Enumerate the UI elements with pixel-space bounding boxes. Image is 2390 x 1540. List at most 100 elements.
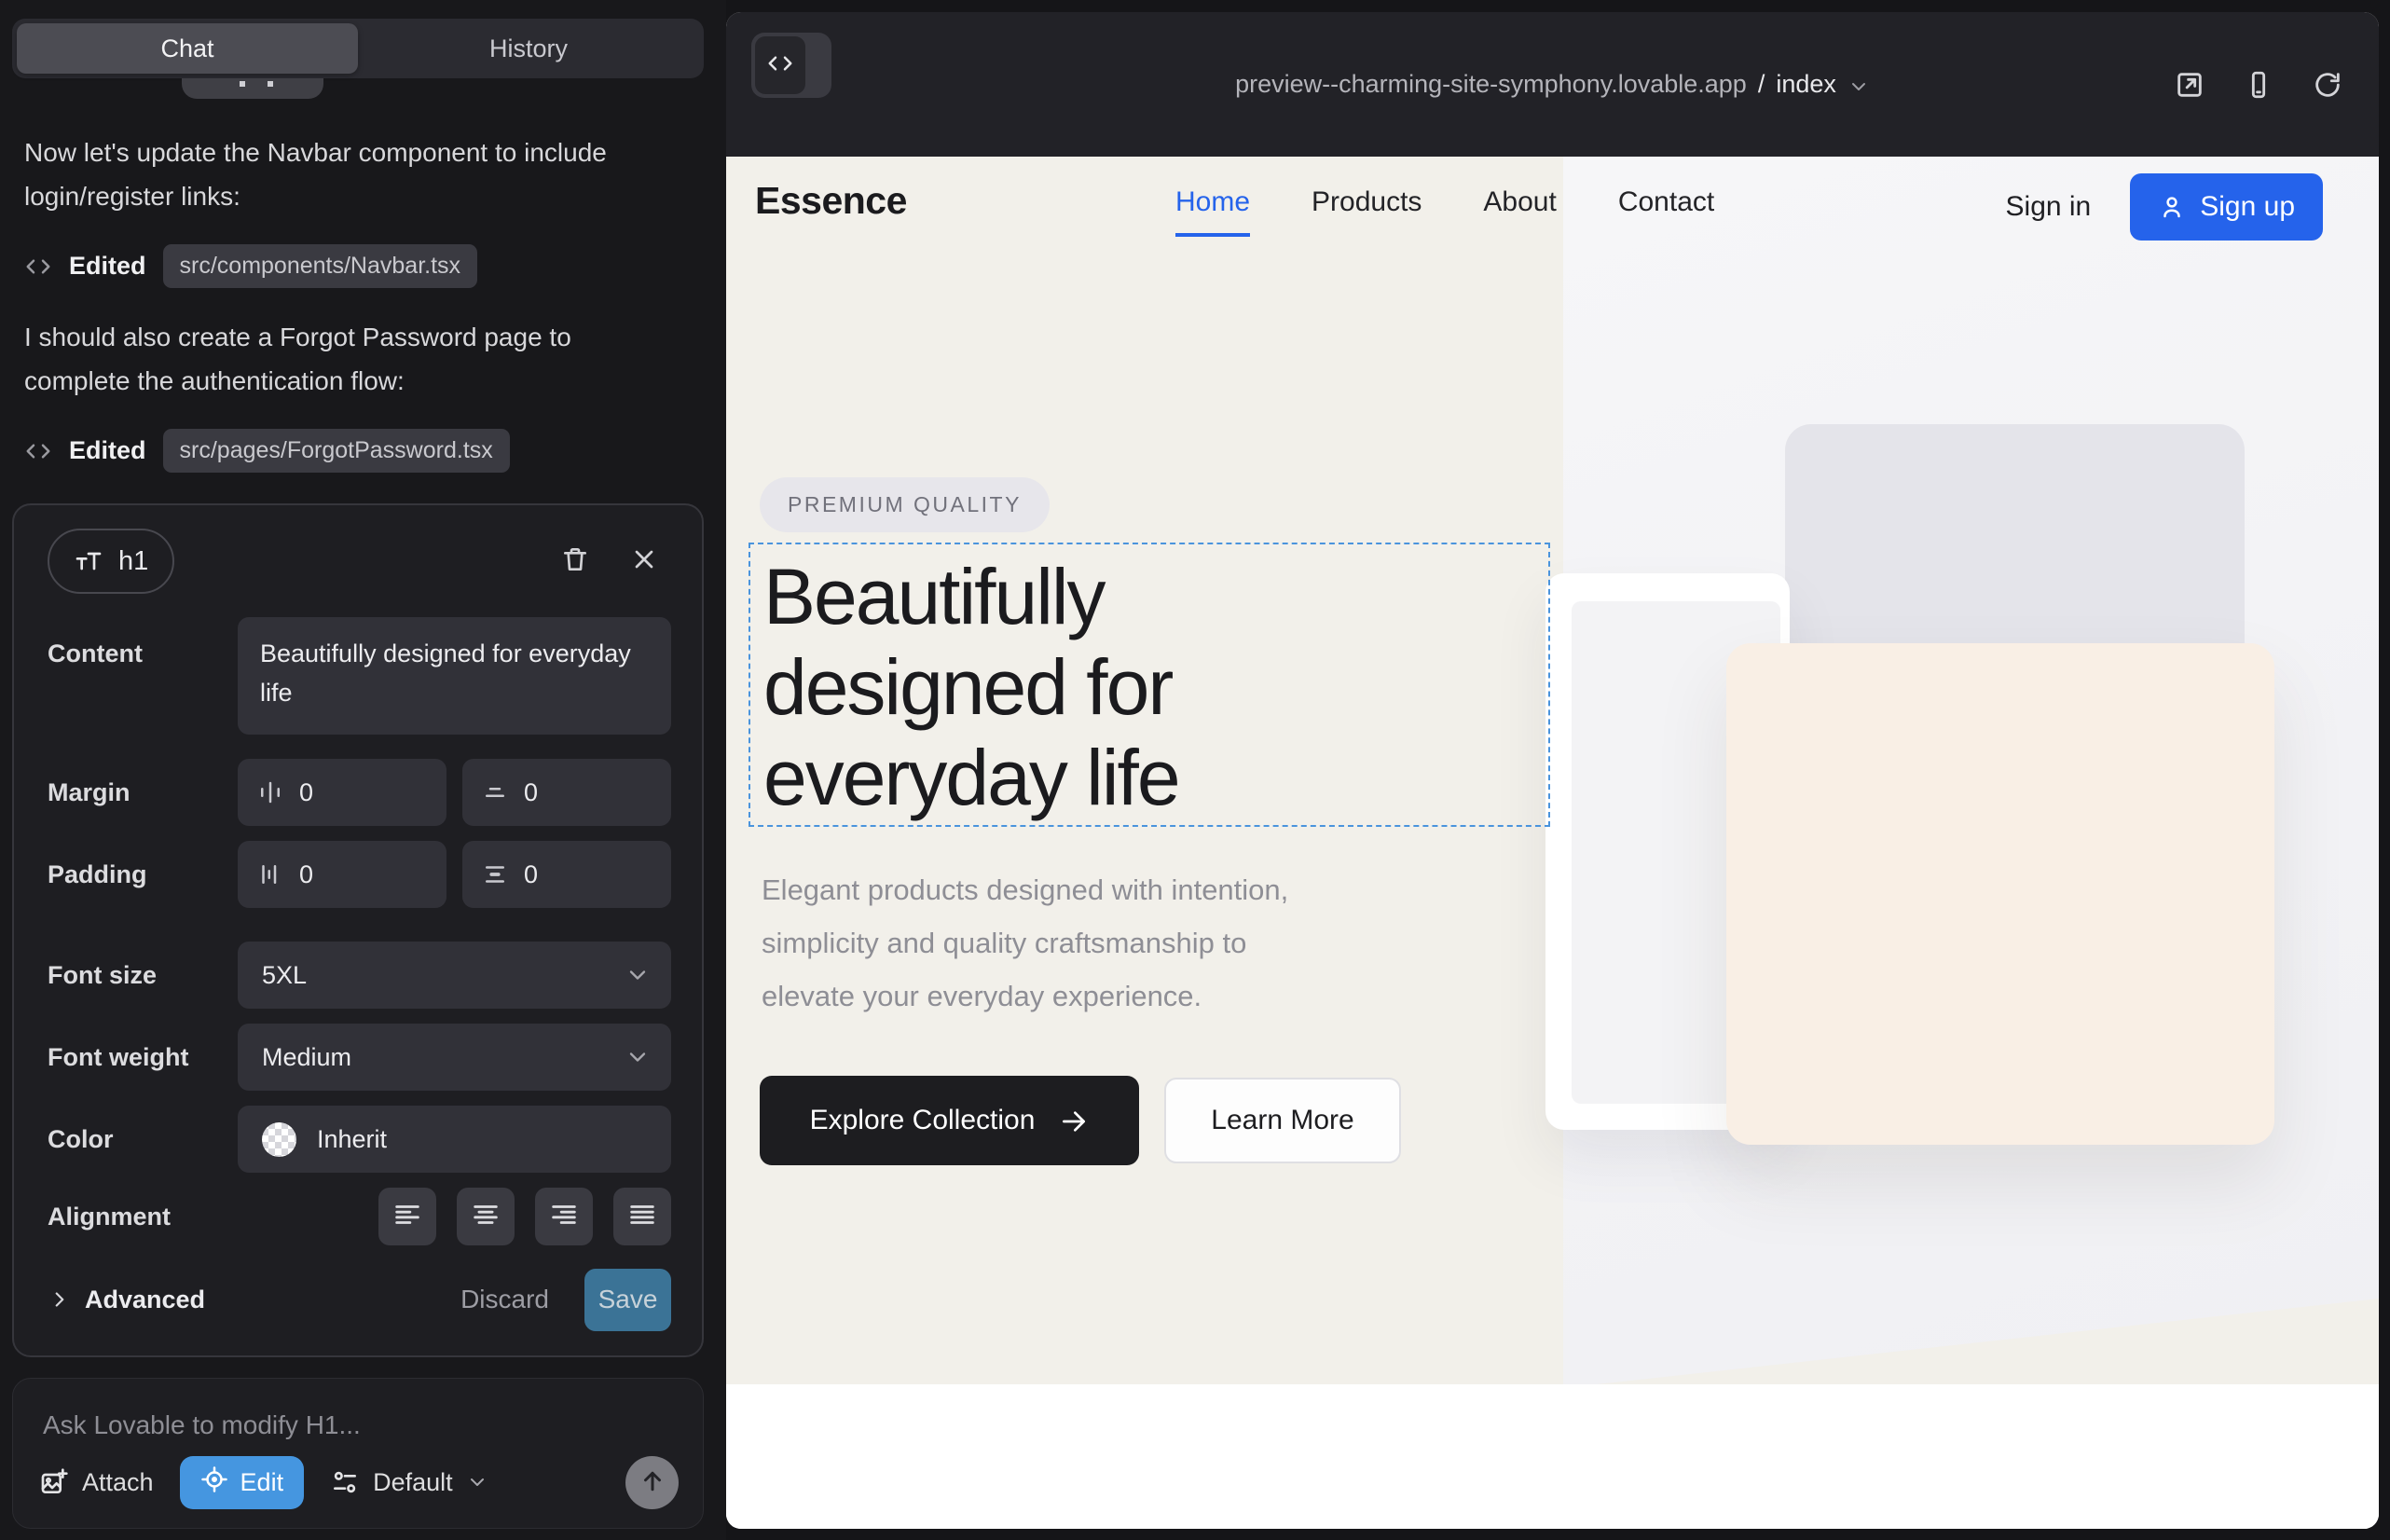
decor-cream-card bbox=[1726, 643, 2274, 1145]
margin-y-value: 0 bbox=[524, 778, 538, 807]
learn-more-button[interactable]: Learn More bbox=[1164, 1078, 1401, 1163]
mobile-view-button[interactable] bbox=[2243, 69, 2274, 101]
trash-icon bbox=[560, 544, 590, 579]
attach-label: Attach bbox=[82, 1468, 154, 1497]
color-label: Color bbox=[48, 1125, 238, 1154]
url-page: index bbox=[1776, 70, 1836, 99]
sign-up-button[interactable]: Sign up bbox=[2130, 173, 2323, 241]
hero-heading[interactable]: Beautifully designed for everyday life bbox=[763, 552, 1416, 823]
refresh-button[interactable] bbox=[2312, 69, 2343, 101]
url-separator: / bbox=[1758, 70, 1765, 99]
scrolled-chip-partial bbox=[182, 78, 323, 99]
padding-y-value: 0 bbox=[524, 860, 538, 889]
chevron-down-icon bbox=[625, 962, 651, 988]
save-button[interactable]: Save bbox=[584, 1269, 671, 1331]
target-icon bbox=[200, 1465, 228, 1500]
send-button[interactable] bbox=[625, 1456, 679, 1509]
code-icon bbox=[24, 253, 52, 281]
padding-y-input[interactable]: 0 bbox=[462, 841, 671, 908]
content-label: Content bbox=[48, 617, 238, 735]
align-center-icon bbox=[470, 1199, 501, 1235]
edit-mode-button[interactable]: Edit bbox=[180, 1456, 305, 1509]
chat-message-list[interactable]: Now let's update the Navbar component to… bbox=[12, 78, 704, 500]
padding-horizontal-icon bbox=[256, 860, 284, 888]
align-justify-button[interactable] bbox=[613, 1188, 671, 1245]
font-weight-label: Font weight bbox=[48, 1043, 238, 1072]
sign-in-link[interactable]: Sign in bbox=[2006, 191, 2092, 223]
font-weight-select[interactable]: Medium bbox=[238, 1024, 671, 1091]
font-size-select[interactable]: 5XL bbox=[238, 942, 671, 1009]
alignment-label: Alignment bbox=[48, 1203, 238, 1231]
advanced-toggle[interactable]: Advanced bbox=[48, 1286, 205, 1314]
close-icon bbox=[629, 544, 659, 579]
nav-link-home[interactable]: Home bbox=[1175, 186, 1250, 237]
mode-label: Default bbox=[373, 1468, 453, 1497]
hero-description: Elegant products designed with intention… bbox=[762, 863, 1288, 1023]
tab-chat[interactable]: Chat bbox=[17, 23, 358, 74]
element-tag-label: h1 bbox=[118, 546, 148, 577]
arrow-right-icon bbox=[1059, 1107, 1089, 1136]
edited-file-row: Edited src/pages/ForgotPassword.tsx bbox=[24, 429, 510, 473]
code-icon bbox=[24, 437, 52, 465]
font-size-value: 5XL bbox=[262, 961, 307, 990]
chevron-down-icon bbox=[466, 1471, 488, 1493]
app-window: Chat History Now let's update the Navbar… bbox=[0, 0, 2390, 1540]
attach-image-icon bbox=[39, 1467, 69, 1497]
margin-vertical-icon bbox=[481, 778, 509, 806]
site-nav: Home Products About Contact bbox=[1175, 186, 1714, 237]
nav-link-about[interactable]: About bbox=[1483, 186, 1556, 237]
color-swatch-transparent bbox=[262, 1122, 296, 1157]
person-icon bbox=[2158, 193, 2186, 221]
discard-button[interactable]: Discard bbox=[460, 1285, 549, 1314]
mode-selector[interactable]: Default bbox=[330, 1467, 488, 1497]
color-picker-field[interactable]: Inherit bbox=[238, 1106, 671, 1173]
nav-link-products[interactable]: Products bbox=[1312, 186, 1422, 237]
align-right-icon bbox=[548, 1199, 580, 1235]
edited-label: Edited bbox=[69, 252, 146, 281]
delete-element-button[interactable] bbox=[551, 537, 599, 585]
close-editor-button[interactable] bbox=[620, 537, 668, 585]
preview-toolbar: preview--charming-site-symphony.lovable.… bbox=[726, 12, 2379, 157]
align-right-button[interactable] bbox=[535, 1188, 593, 1245]
align-left-button[interactable] bbox=[378, 1188, 436, 1245]
font-size-label: Font size bbox=[48, 961, 238, 990]
chevron-down-icon bbox=[1847, 76, 1870, 98]
content-input[interactable]: Beautifully designed for everyday life bbox=[238, 617, 671, 735]
hero-badge: PREMIUM QUALITY bbox=[760, 477, 1050, 532]
padding-x-input[interactable]: 0 bbox=[238, 841, 446, 908]
font-weight-value: Medium bbox=[262, 1043, 351, 1072]
align-justify-icon bbox=[626, 1199, 658, 1235]
sliders-icon bbox=[330, 1467, 360, 1497]
arrow-up-icon bbox=[639, 1467, 666, 1498]
chat-history-tabbar: Chat History bbox=[12, 19, 704, 78]
margin-x-value: 0 bbox=[299, 778, 313, 807]
composer-input[interactable]: Ask Lovable to modify H1... bbox=[43, 1410, 675, 1440]
selected-element-outline[interactable]: Beautifully designed for everyday life bbox=[749, 543, 1550, 827]
edited-file-chip[interactable]: src/components/Navbar.tsx bbox=[163, 244, 478, 288]
chat-composer: Ask Lovable to modify H1... Attach Edit bbox=[12, 1378, 704, 1529]
edited-file-row: Edited src/components/Navbar.tsx bbox=[24, 244, 477, 288]
attach-button[interactable]: Attach bbox=[39, 1467, 154, 1497]
site-logo[interactable]: Essence bbox=[755, 179, 907, 223]
chevron-right-icon bbox=[48, 1287, 72, 1312]
open-external-button[interactable] bbox=[2174, 69, 2205, 101]
hero-section: Essence Home Products About Contact Sign… bbox=[726, 157, 2379, 1384]
explore-collection-button[interactable]: Explore Collection bbox=[760, 1076, 1139, 1165]
explore-collection-label: Explore Collection bbox=[810, 1105, 1036, 1136]
chat-message: I should also create a Forgot Password p… bbox=[24, 315, 658, 403]
element-tag-badge: h1 bbox=[48, 529, 174, 594]
padding-x-value: 0 bbox=[299, 860, 313, 889]
align-center-button[interactable] bbox=[457, 1188, 515, 1245]
nav-link-contact[interactable]: Contact bbox=[1618, 186, 1714, 237]
preview-window: preview--charming-site-symphony.lovable.… bbox=[726, 12, 2379, 1529]
chat-message: Now let's update the Navbar component to… bbox=[24, 131, 658, 218]
edited-file-chip[interactable]: src/pages/ForgotPassword.tsx bbox=[163, 429, 510, 473]
margin-x-input[interactable]: 0 bbox=[238, 759, 446, 826]
site-next-section bbox=[726, 1384, 2379, 1529]
margin-y-input[interactable]: 0 bbox=[462, 759, 671, 826]
chevron-down-icon bbox=[625, 1044, 651, 1070]
url-bar[interactable]: preview--charming-site-symphony.lovable.… bbox=[726, 12, 2379, 157]
color-value: Inherit bbox=[317, 1125, 387, 1154]
tab-history[interactable]: History bbox=[358, 23, 699, 74]
edit-label: Edit bbox=[240, 1468, 284, 1497]
